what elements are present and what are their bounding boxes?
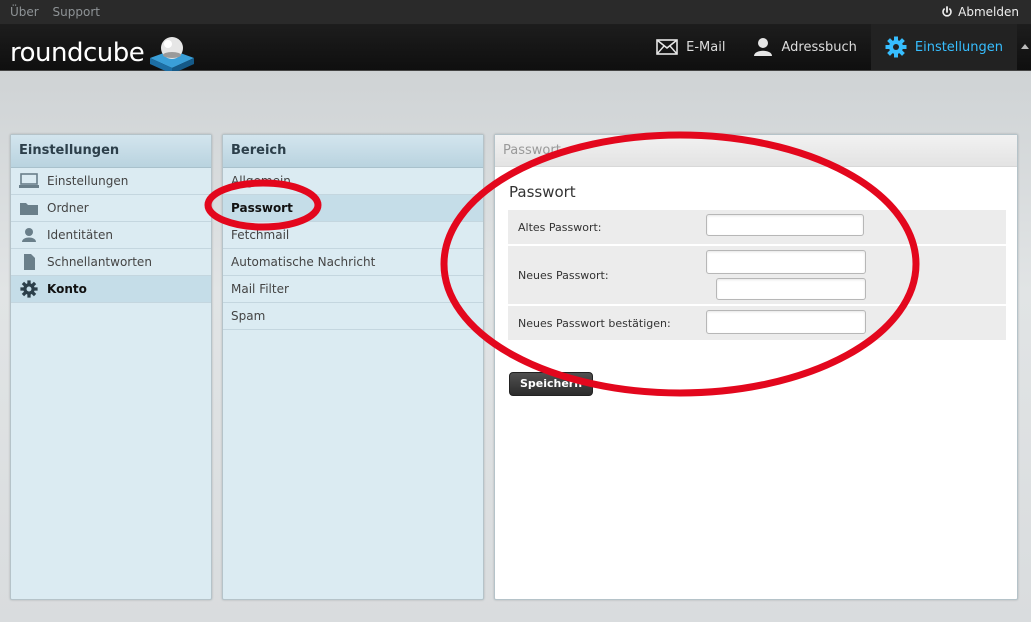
password-strength-field[interactable] bbox=[716, 278, 866, 300]
section-item-account[interactable]: Konto bbox=[11, 276, 211, 303]
task-settings[interactable]: Einstellungen bbox=[870, 24, 1017, 70]
area-panel-title: Bereich bbox=[223, 135, 483, 168]
task-settings-label: Einstellungen bbox=[914, 39, 1003, 55]
task-addressbook-label: Adressbuch bbox=[781, 39, 857, 55]
row-confirm-password: Neues Passwort bestätigen: bbox=[508, 306, 1006, 340]
section-item-label: Schnellantworten bbox=[47, 255, 152, 269]
area-item-label: Allgemein bbox=[231, 174, 291, 188]
confirm-password-label: Neues Passwort bestätigen: bbox=[518, 317, 671, 330]
top-line: Über Support Abmelden bbox=[0, 0, 1031, 24]
new-password-input[interactable] bbox=[706, 250, 866, 274]
settings-sections-title: Einstellungen bbox=[11, 135, 211, 168]
row-new-password: Neues Passwort: bbox=[508, 246, 1006, 304]
area-item-password[interactable]: Passwort bbox=[223, 195, 483, 222]
gear-icon bbox=[19, 280, 39, 298]
area-item-label: Fetchmail bbox=[231, 228, 290, 242]
logout-label: Abmelden bbox=[958, 5, 1019, 19]
area-item-spam[interactable]: Spam bbox=[223, 303, 483, 330]
section-item-label: Ordner bbox=[47, 201, 89, 215]
taskbar: E-Mail Adressbuch Einstellungen bbox=[642, 24, 1017, 70]
task-mail-label: E-Mail bbox=[686, 39, 726, 55]
settings-sections-panel: Einstellungen Einstellungen Ordner Ident… bbox=[10, 134, 212, 600]
identity-icon bbox=[19, 227, 39, 243]
folder-icon bbox=[19, 200, 39, 216]
area-item-label: Mail Filter bbox=[231, 282, 289, 296]
confirm-password-input[interactable] bbox=[706, 310, 866, 334]
area-item-fetchmail[interactable]: Fetchmail bbox=[223, 222, 483, 249]
section-item-responses[interactable]: Schnellantworten bbox=[11, 249, 211, 276]
top-links: Über Support bbox=[10, 5, 110, 19]
section-item-identities[interactable]: Identitäten bbox=[11, 222, 211, 249]
header: roundcube E-Mail Adressbuch Einstellunge… bbox=[0, 24, 1031, 74]
area-item-mail-filter[interactable]: Mail Filter bbox=[223, 276, 483, 303]
envelope-icon bbox=[656, 39, 678, 55]
area-item-label: Automatische Nachricht bbox=[231, 255, 376, 269]
logout-button[interactable]: Abmelden bbox=[941, 5, 1019, 19]
section-item-label: Konto bbox=[47, 282, 87, 296]
logo-text: roundcube bbox=[10, 38, 145, 68]
person-icon bbox=[754, 38, 773, 56]
content-panel: Passwort Passwort Altes Passwort: Neues … bbox=[494, 134, 1018, 600]
save-button[interactable]: Speichern bbox=[509, 372, 593, 396]
area-item-general[interactable]: Allgemein bbox=[223, 168, 483, 195]
area-item-label: Passwort bbox=[231, 201, 293, 215]
about-link[interactable]: Über bbox=[10, 5, 39, 19]
task-addressbook[interactable]: Adressbuch bbox=[739, 24, 870, 70]
logo: roundcube bbox=[10, 30, 198, 76]
task-mail[interactable]: E-Mail bbox=[642, 24, 739, 70]
power-icon bbox=[942, 6, 952, 17]
section-item-folders[interactable]: Ordner bbox=[11, 195, 211, 222]
old-password-input[interactable] bbox=[706, 214, 864, 236]
section-item-label: Einstellungen bbox=[47, 174, 129, 188]
document-icon bbox=[19, 254, 39, 270]
area-item-label: Spam bbox=[231, 309, 266, 323]
area-panel: Bereich Allgemein Passwort Fetchmail Aut… bbox=[222, 134, 484, 600]
new-password-label: Neues Passwort: bbox=[518, 269, 609, 282]
roundcube-logo-icon bbox=[150, 37, 195, 74]
area-item-autoreply[interactable]: Automatische Nachricht bbox=[223, 249, 483, 276]
section-item-label: Identitäten bbox=[47, 228, 113, 242]
section-item-preferences[interactable]: Einstellungen bbox=[11, 168, 211, 195]
support-link[interactable]: Support bbox=[53, 5, 100, 19]
form-title: Passwort bbox=[509, 183, 576, 201]
content-header-title: Passwort bbox=[495, 135, 1017, 167]
row-old-password: Altes Passwort: bbox=[508, 210, 1006, 244]
monitor-icon bbox=[19, 173, 39, 189]
collapse-header-button[interactable] bbox=[1021, 44, 1029, 49]
gear-icon bbox=[885, 36, 907, 58]
old-password-label: Altes Passwort: bbox=[518, 221, 602, 234]
